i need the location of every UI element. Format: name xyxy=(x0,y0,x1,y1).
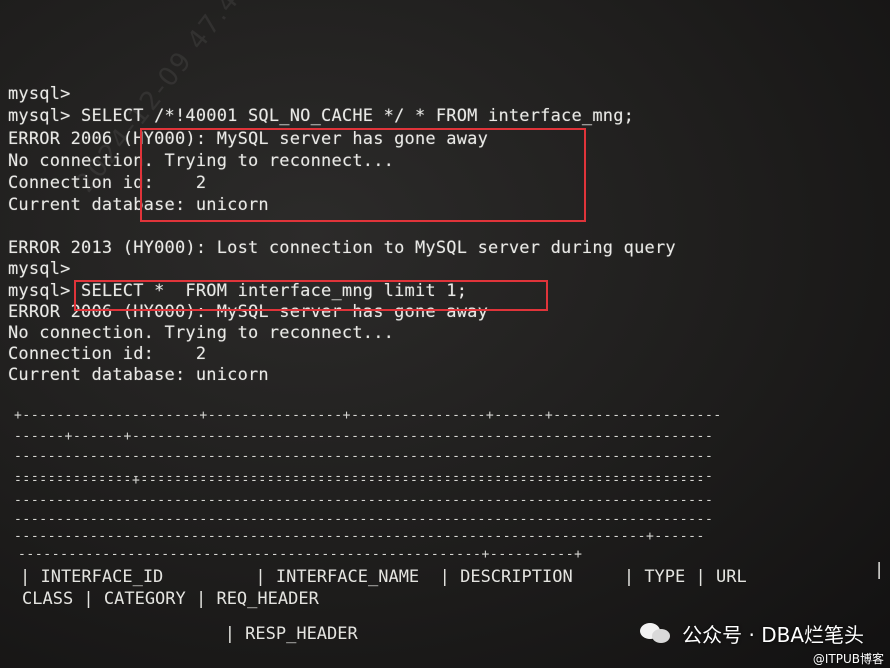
wechat-icon xyxy=(640,621,674,645)
terminal-line: mysql> xyxy=(8,259,71,279)
column-header-line: | INTERFACE_ID | INTERFACE_NAME | DESCRI… xyxy=(20,567,747,587)
column-header-line: | RESP_HEADER xyxy=(20,624,358,644)
column-header-line: CLASS | CATEGORY | REQ_HEADER xyxy=(22,589,319,609)
terminal-line: Connection id: 2 xyxy=(8,344,207,364)
source-watermark-text: 公众号 · DBA烂笔头 xyxy=(682,622,864,647)
table-border-line: ------+------+--------------------------… xyxy=(14,430,714,444)
table-border-line: ----------------------------------------… xyxy=(14,513,714,527)
table-border-line: ----------------------------------------… xyxy=(14,530,705,544)
terminal-line: ERROR 2013 (HY000): Lost connection to M… xyxy=(8,238,676,258)
terminal-line: mysql> SELECT /*!40001 SQL_NO_CACHE */ *… xyxy=(8,106,635,126)
table-border-line: ----------------------------------------… xyxy=(14,494,714,508)
credit-watermark: @ITPUB博客 xyxy=(812,652,884,666)
terminal-screen: 2024-12-09 47.4 mysql> mysql> SELECT /*!… xyxy=(0,0,890,668)
table-border-line: --------------+-------------------------… xyxy=(14,474,705,488)
table-border-line: ----------------------------------------… xyxy=(14,450,714,464)
source-watermark: 公众号 · DBA烂笔头 xyxy=(640,618,864,648)
terminal-line: mysql> xyxy=(8,84,71,104)
trailing-pipe: | xyxy=(874,560,885,580)
query-highlight-box-2 xyxy=(74,280,548,311)
terminal-line: No connection. Trying to reconnect... xyxy=(8,323,395,343)
table-border-line: ----------------------------------------… xyxy=(18,548,583,562)
table-border-line: +---------------------+----------------+… xyxy=(14,409,722,423)
terminal-line: Current database: unicorn xyxy=(8,365,269,385)
error-highlight-box-1 xyxy=(140,128,586,222)
